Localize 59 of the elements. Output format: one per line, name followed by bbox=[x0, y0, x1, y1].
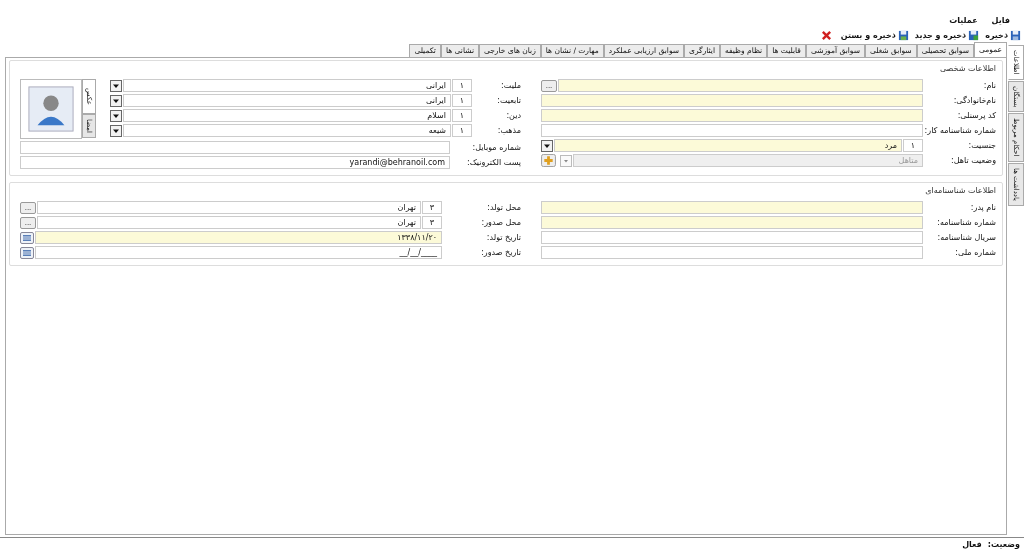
field-label: نام: bbox=[982, 81, 996, 90]
dropdown-field[interactable]: ایرانی bbox=[123, 79, 451, 92]
input-field[interactable] bbox=[541, 216, 923, 229]
field-label: تاریخ تولد: bbox=[485, 233, 521, 242]
field-label: محل تولد: bbox=[486, 203, 521, 212]
field-label: شماره ملی: bbox=[954, 248, 996, 257]
input-field[interactable] bbox=[541, 201, 923, 214]
input-field[interactable] bbox=[541, 124, 923, 137]
calendar-icon[interactable] bbox=[20, 246, 34, 259]
toolbar-button[interactable]: ذخیره bbox=[984, 29, 1022, 41]
input-field[interactable]: تهران bbox=[37, 216, 421, 229]
date-field[interactable]: ۱۳۳۸/۱۱/۲۰ bbox=[35, 231, 442, 244]
input-field[interactable] bbox=[20, 141, 450, 154]
field-label: نام‌خانوادگی: bbox=[952, 96, 996, 105]
code-field[interactable]: ۱ bbox=[452, 94, 472, 107]
close-icon[interactable] bbox=[820, 29, 832, 41]
field-label: محل صدور: bbox=[480, 218, 521, 227]
field-label: جنسیت: bbox=[967, 141, 996, 150]
group-title: اطلاعات شناسنامه‌ای bbox=[924, 185, 996, 197]
input-field[interactable]: تهران bbox=[37, 201, 421, 214]
field-label: دین: bbox=[505, 111, 521, 120]
code-field[interactable]: ۳ bbox=[422, 216, 442, 229]
field-label: پست الکترونیک: bbox=[465, 158, 521, 167]
dropdown-field[interactable]: شیعه bbox=[123, 124, 451, 137]
code-field[interactable]: ۳ bbox=[422, 201, 442, 214]
field-label: ملیت: bbox=[500, 81, 521, 90]
field-label: وضعیت تاهل: bbox=[950, 156, 996, 165]
code-field[interactable]: ۱ bbox=[452, 109, 472, 122]
input-field[interactable] bbox=[541, 109, 923, 122]
field-label: کد پرسنلی: bbox=[956, 111, 996, 120]
code-field[interactable]: ۱ bbox=[452, 79, 472, 92]
toolbar-button[interactable]: ذخیره و جدید bbox=[913, 29, 981, 41]
input-field[interactable] bbox=[541, 94, 923, 107]
dropdown-field[interactable]: مرد bbox=[554, 139, 902, 152]
status-value: فعال bbox=[962, 539, 982, 549]
date-field[interactable]: __/__/____ bbox=[35, 246, 442, 259]
person-icon bbox=[27, 84, 75, 134]
input-field[interactable] bbox=[541, 246, 923, 259]
field-label: سریال شناسنامه: bbox=[936, 233, 996, 242]
code-field[interactable]: ۱ bbox=[452, 124, 472, 137]
toolbar-button[interactable]: ذخیره و بستن bbox=[839, 29, 910, 41]
dropdown-field[interactable]: ایرانی bbox=[123, 94, 451, 107]
dropdown-field[interactable]: اسلام bbox=[123, 109, 451, 122]
menu-item[interactable]: عملیات bbox=[949, 15, 978, 25]
calendar-icon[interactable] bbox=[20, 231, 34, 244]
field-label: تاریخ صدور: bbox=[480, 248, 521, 257]
input-field[interactable]: yarandi@behranoil.com bbox=[20, 156, 450, 169]
group-title: اطلاعات شخصی bbox=[938, 63, 996, 75]
field-label: شماره شناسنامه: bbox=[936, 218, 996, 227]
input-field[interactable] bbox=[558, 79, 923, 92]
field-label: مذهب: bbox=[496, 126, 521, 135]
menu-item[interactable]: فایل bbox=[991, 15, 1010, 25]
field-label: نام پدر: bbox=[969, 203, 996, 212]
field-label: شماره موبایل: bbox=[471, 143, 521, 152]
input-field[interactable] bbox=[541, 231, 923, 244]
field-label: تابعیت: bbox=[496, 96, 521, 105]
field-label: شماره شناسنامه کار: bbox=[924, 126, 996, 135]
status-label: وضعیت: bbox=[987, 539, 1020, 549]
code-field[interactable]: ۱ bbox=[903, 139, 923, 152]
